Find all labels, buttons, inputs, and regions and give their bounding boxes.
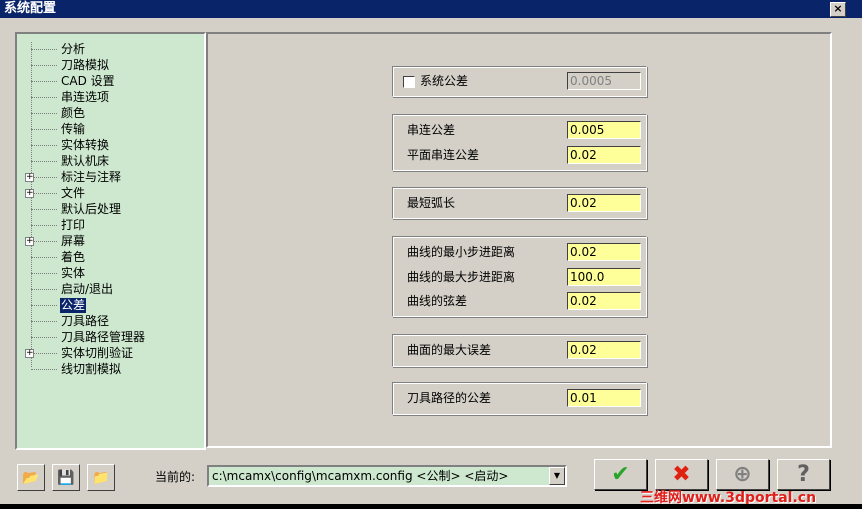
tree-connector [31,209,57,210]
ok-button[interactable]: ✔ [594,459,647,490]
curve-chord-label: 曲线的弦差 [407,294,468,308]
help-button[interactable]: ? [777,459,830,490]
chain-tolerance-input[interactable]: 0.005 [567,121,641,139]
surface-max-deviation-label: 曲面的最大误差 [407,343,492,357]
bottom-strip [0,504,862,509]
tree-item[interactable]: 刀具路径管理器 [60,330,146,345]
tree-connector [31,289,57,290]
tree-item[interactable]: 文件 [60,186,86,201]
tree-connector [31,257,57,258]
tree-connector [31,321,57,322]
tree-connector [31,161,57,162]
config-tree[interactable]: 分析 刀路模拟 CAD 设置 串连选项 颜色 传输 实体转换 默认机床 + 标注与注释 + 文件 默认后… [15,32,206,450]
tree-connector [31,113,57,114]
tree-connector [31,241,57,242]
tree-item[interactable]: 打印 [60,218,86,233]
plus-circle-icon: ⊕ [733,462,752,487]
min-arc-input[interactable]: 0.02 [567,194,641,212]
tree-connector [31,177,57,178]
toolpath-tolerance-input[interactable]: 0.01 [567,389,641,407]
tree-item[interactable]: 着色 [60,250,86,265]
tree-connector [31,305,57,306]
planar-chain-tolerance-input[interactable]: 0.02 [567,146,641,164]
surface-max-deviation-input[interactable]: 0.02 [567,341,641,359]
tree-item[interactable]: 公差 [60,298,87,313]
system-tolerance-checkbox[interactable] [403,76,415,88]
curve-max-step-label: 曲线的最大步进距离 [407,270,516,284]
expand-icon[interactable]: + [25,189,34,198]
checkmark-icon: ✔ [611,462,630,487]
chevron-down-icon[interactable]: ▼ [549,467,565,485]
tree-connector [31,65,57,66]
tree-item[interactable]: 默认机床 [60,154,110,169]
tree-connector [31,337,57,338]
tree-connector [31,193,57,194]
folder-open-icon: 📂 [22,469,40,486]
tree-item[interactable]: 启动/退出 [60,282,114,297]
tree-item[interactable]: 颜色 [60,106,86,121]
question-icon: ? [797,462,810,487]
expand-icon[interactable]: + [25,237,34,246]
tree-connector [31,49,57,50]
tree-connector [31,369,57,370]
tree-item[interactable]: 默认后处理 [60,202,122,217]
curve-min-step-input[interactable]: 0.02 [567,243,641,261]
tree-item[interactable]: 传输 [60,122,86,137]
current-config-label: 当前的: [155,470,196,484]
toolpath-tolerance-label: 刀具路径的公差 [407,391,492,405]
min-arc-label: 最短弧长 [407,196,456,210]
curve-min-step-label: 曲线的最小步进距离 [407,245,516,259]
cancel-button[interactable]: ✖ [655,459,708,490]
tree-connector [31,273,57,274]
tree-connector [31,353,57,354]
tree-item[interactable]: 刀路模拟 [60,58,110,73]
tree-item[interactable]: 串连选项 [60,90,110,105]
tree-line [31,42,32,367]
merge-config-button[interactable]: 📁 [87,464,115,491]
x-icon: ✖ [672,462,691,487]
tree-connector [31,97,57,98]
open-config-button[interactable]: 📂 [17,464,45,491]
tree-connector [31,81,57,82]
tree-item[interactable]: 屏幕 [60,234,86,249]
tree-item[interactable]: 实体转换 [60,138,110,153]
tree-item[interactable]: 线切割模拟 [60,362,122,377]
tree-item[interactable]: 实体 [60,266,86,281]
save-disk-icon: 💾 [57,469,75,486]
tree-connector [31,225,57,226]
expand-icon[interactable]: + [25,173,34,182]
tree-item[interactable]: 标注与注释 [60,170,122,185]
close-button[interactable]: × [830,2,846,17]
tree-item[interactable]: 刀具路径 [60,314,110,329]
tree-connector [31,129,57,130]
tree-connector [31,145,57,146]
curve-chord-input[interactable]: 0.02 [567,292,641,310]
window-title: 系统配置 [4,1,57,16]
tree-item[interactable]: 分析 [60,42,86,57]
planar-chain-tolerance-label: 平面串连公差 [407,148,480,162]
config-file-dropdown[interactable]: c:\mcamx\config\mcamxm.config <公制> <启动> ▼ [207,465,567,487]
folder-add-icon: 📁 [92,469,110,486]
expand-icon[interactable]: + [25,349,34,358]
save-config-button[interactable]: 💾 [52,464,80,491]
config-file-value: c:\mcamx\config\mcamxm.config <公制> <启动> [212,469,509,483]
title-bar: 系统配置 [0,0,862,18]
tree-item[interactable]: 实体切削验证 [60,346,134,361]
tree-item[interactable]: CAD 设置 [60,74,116,89]
chain-tolerance-label: 串连公差 [407,123,456,137]
system-tolerance-label: 系统公差 [420,74,469,88]
system-tolerance-input[interactable]: 0.0005 [567,72,641,90]
curve-max-step-input[interactable]: 100.0 [567,268,641,286]
apply-button[interactable]: ⊕ [716,459,769,490]
